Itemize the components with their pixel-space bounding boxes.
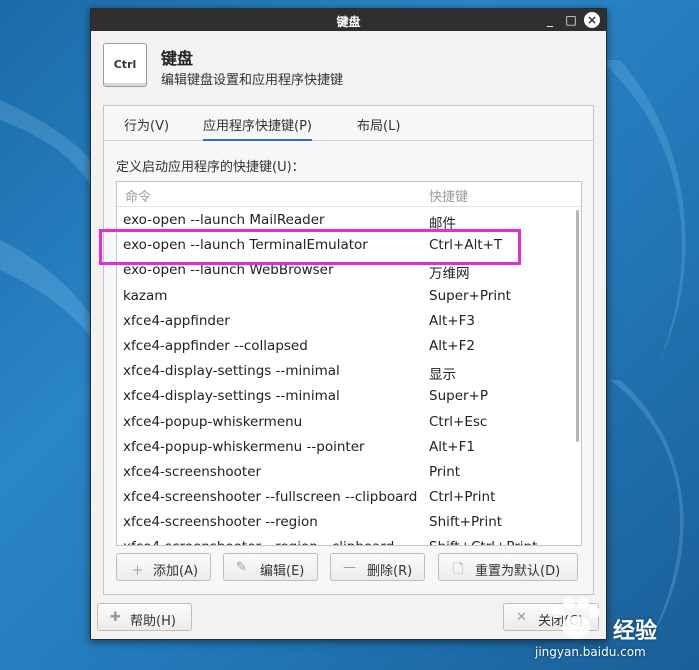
shortcut-cell: Ctrl+Alt+T — [429, 237, 503, 254]
help-button[interactable]: ✚ 帮助(H) — [97, 603, 192, 631]
pencil-icon: ✎ — [236, 560, 247, 575]
table-scrollbar[interactable] — [576, 210, 579, 442]
shortcut-cell: 邮件 — [429, 216, 456, 232]
command-cell: xfce4-screenshooter --region — [123, 514, 318, 531]
watermark-text: 经验 — [613, 619, 658, 644]
command-cell: xfce4-popup-whiskermenu --pointer — [123, 438, 365, 455]
table-row[interactable]: xfce4-appfinder Alt+F3 — [117, 309, 581, 334]
delete-button[interactable]: — 删除(R) — [330, 553, 425, 581]
table-row[interactable]: kazam Super+Print — [117, 284, 581, 309]
shortcuts-table[interactable]: 命令 快捷键 exo-open --launch MailReader 邮件 exo… — [116, 181, 582, 546]
action-buttons: ＋ 添加(A) ✎ 编辑(E) — 删除(R) 🗋 重置为默认(D) — [116, 553, 582, 583]
baidu-jingyan-watermark: 经验 jingyan.baidu.com — [535, 595, 695, 665]
minus-icon: — — [343, 560, 356, 575]
table-header: 命令 快捷键 — [117, 182, 581, 207]
table-row[interactable]: exo-open --launch WebBrowser 万维网 — [117, 258, 581, 283]
dialog-footer: ✚ 帮助(H) ✕ 关闭(C) — [91, 599, 606, 635]
command-cell: kazam — [123, 287, 168, 304]
keyboard-settings-window: 键盘 _ □ × Ctrl 键盘 编辑键盘设置和应用程序快捷键 行为(V) 应用… — [90, 8, 607, 640]
keyboard-ctrl-icon: Ctrl — [103, 43, 147, 87]
column-header-shortcut[interactable]: 快捷键 — [429, 186, 468, 205]
table-row[interactable]: xfce4-screenshooter Print — [117, 460, 581, 485]
tab-behavior[interactable]: 行为(V) — [124, 115, 169, 134]
command-cell: xfce4-screenshooter --fullscreen --clipb… — [123, 489, 418, 506]
help-button-label: 帮助(H) — [130, 614, 176, 629]
command-cell: exo-open --launch WebBrowser — [123, 262, 334, 279]
window-title: 键盘 — [336, 15, 361, 29]
table-row[interactable]: xfce4-screenshooter --region --clipboard… — [117, 535, 581, 545]
command-cell: exo-open --launch TerminalEmulator — [123, 237, 368, 254]
command-cell: xfce4-appfinder --collapsed — [123, 337, 308, 354]
shortcut-cell: 万维网 — [429, 266, 470, 283]
plus-icon: ＋ — [131, 564, 145, 579]
add-button-label: 添加(A) — [153, 564, 199, 579]
shortcut-cell: Ctrl+Esc — [429, 413, 488, 430]
dialog-title: 键盘 — [161, 49, 194, 68]
shortcuts-list-label: 定义启动应用程序的快捷键(U)： — [116, 160, 305, 175]
reset-default-button[interactable]: 🗋 重置为默认(D) — [438, 553, 578, 581]
command-cell: xfce4-display-settings --minimal — [123, 388, 340, 405]
tab-application-shortcuts[interactable]: 应用程序快捷键(P) — [203, 115, 312, 141]
command-cell: xfce4-popup-whiskermenu — [123, 413, 303, 430]
shortcut-cell: Alt+F3 — [429, 312, 475, 329]
minimize-button[interactable]: _ — [542, 12, 558, 28]
close-window-button[interactable]: × — [584, 12, 600, 28]
help-lifebuoy-icon: ✚ — [110, 610, 121, 625]
column-header-command[interactable]: 命令 — [125, 186, 151, 205]
table-row[interactable]: xfce4-display-settings --minimal Super+P — [117, 384, 581, 409]
settings-notebook: 行为(V) 应用程序快捷键(P) 布局(L) 定义启动应用程序的快捷键(U)： … — [103, 105, 594, 595]
delete-button-label: 删除(R) — [367, 564, 413, 579]
watermark-url: jingyan.baidu.com — [535, 645, 646, 659]
table-row[interactable]: exo-open --launch TerminalEmulator Ctrl+A… — [117, 233, 581, 258]
command-cell: exo-open --launch MailReader — [123, 212, 325, 228]
shortcut-cell: Shift+Print — [429, 514, 503, 531]
command-cell: xfce4-display-settings --minimal — [123, 363, 340, 380]
add-button[interactable]: ＋ 添加(A) — [116, 553, 211, 581]
table-row[interactable]: xfce4-popup-whiskermenu --pointer Alt+F1 — [117, 435, 581, 460]
dialog-subtitle: 编辑键盘设置和应用程序快捷键 — [161, 73, 344, 88]
edit-button-label: 编辑(E) — [260, 564, 305, 579]
edit-button[interactable]: ✎ 编辑(E) — [223, 553, 318, 581]
shortcut-cell: Alt+F2 — [429, 337, 475, 354]
titlebar[interactable]: 键盘 _ □ × — [91, 9, 606, 31]
shortcut-cell: Ctrl+Print — [429, 489, 496, 506]
table-row[interactable]: xfce4-popup-whiskermenu Ctrl+Esc — [117, 410, 581, 435]
command-cell: xfce4-screenshooter --region --clipboard — [123, 539, 394, 545]
tab-layout[interactable]: 布局(L) — [357, 115, 400, 134]
shortcut-cell: 显示 — [429, 367, 456, 384]
table-row[interactable]: xfce4-display-settings --minimal 显示 — [117, 359, 581, 384]
table-row[interactable]: xfce4-screenshooter --region Shift+Print — [117, 510, 581, 535]
baidu-paw-icon — [552, 597, 600, 638]
table-row[interactable]: xfce4-appfinder --collapsed Alt+F2 — [117, 334, 581, 359]
table-body: exo-open --launch MailReader 邮件 exo-open -… — [117, 208, 581, 545]
maximize-button[interactable]: □ — [563, 12, 579, 28]
shortcut-cell: Print — [429, 463, 461, 480]
shortcut-cell: Alt+F1 — [429, 438, 475, 455]
command-cell: xfce4-appfinder — [123, 312, 230, 329]
tab-bar: 行为(V) 应用程序快捷键(P) 布局(L) — [104, 106, 593, 141]
close-x-icon: ✕ — [516, 610, 527, 625]
table-row[interactable]: exo-open --launch MailReader 邮件 — [117, 208, 581, 233]
command-cell: xfce4-screenshooter — [123, 463, 262, 480]
reset-default-button-label: 重置为默认(D) — [475, 564, 561, 579]
shortcut-cell: Super+P — [429, 388, 489, 405]
shortcut-cell: Shift+Ctrl+Print — [429, 539, 537, 545]
shortcut-cell: Super+Print — [429, 287, 511, 304]
dialog-header: Ctrl 键盘 编辑键盘设置和应用程序快捷键 — [91, 31, 606, 99]
table-row[interactable]: xfce4-screenshooter --fullscreen --clipb… — [117, 485, 581, 510]
document-icon: 🗋 — [453, 562, 464, 577]
